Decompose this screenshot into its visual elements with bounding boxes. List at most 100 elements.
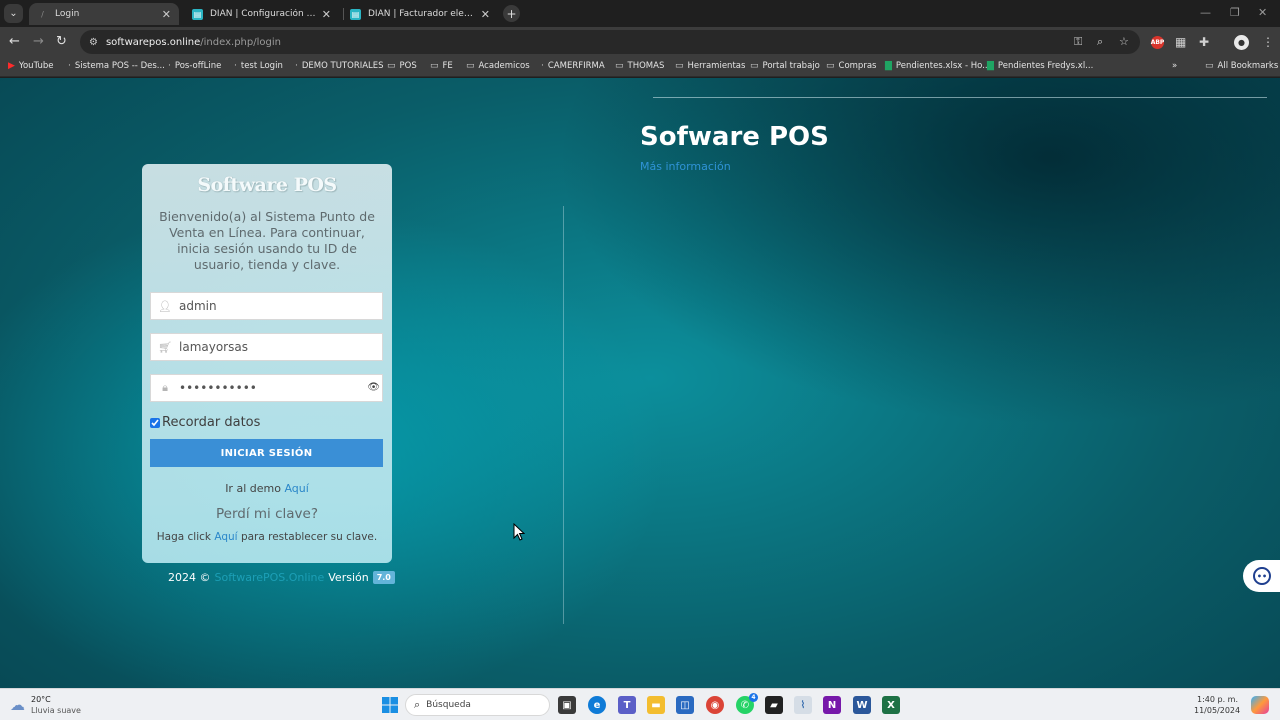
reset-link[interactable]: Aquí [214, 531, 237, 543]
site-info-icon[interactable]: ⚙ [89, 37, 98, 48]
bookmarks-overflow[interactable]: » [1172, 61, 1177, 71]
bookmark-folder-academicos[interactable]: ▭ Academicos [466, 61, 530, 71]
bookmark-folder-fe[interactable]: ▭ FE [430, 61, 453, 71]
photos-icon[interactable]: ⌇ [794, 696, 812, 714]
forward-arrow-icon[interactable]: → [33, 34, 44, 49]
word-icon[interactable]: W [853, 696, 871, 714]
footer-brand-link[interactable]: SoftwarePOS.Online [215, 571, 325, 584]
tab-dian-config[interactable]: ▤ DIAN | Configuración / Gestion... ✕ [184, 3, 339, 25]
weather-desc: Lluvia suave [31, 706, 81, 715]
bookmark-pos-offline[interactable]: · Pos-offLine [168, 61, 221, 71]
close-icon[interactable]: ✕ [162, 8, 171, 21]
file-explorer-icon[interactable]: ▬ [647, 696, 665, 714]
tab-login[interactable]: / Login ✕ [29, 3, 179, 25]
key-icon[interactable]: ⚿ [1074, 35, 1082, 49]
clock-time: 1:40 p. m. [1196, 695, 1238, 704]
taskbar-search[interactable]: ⌕ Búsqueda [405, 694, 550, 716]
windows-start-icon[interactable] [381, 696, 399, 714]
bookmark-label: Portal trabajo [762, 61, 820, 71]
browser-toolbar: ← → ↻ ⚙ softwarepos.online/index.php/log… [0, 27, 1280, 57]
bookmark-label: CAMERFIRMA [547, 61, 605, 71]
more-menu-icon[interactable]: ⋮ [1262, 35, 1274, 49]
more-info-link[interactable]: Más información [640, 160, 731, 173]
store-input[interactable] [179, 340, 359, 354]
remember-me[interactable]: Recordar datos [150, 415, 260, 430]
bookmark-label: YouTube [18, 61, 54, 71]
bookmark-pendientes-fredys[interactable]: ▇ Pendientes Fredys.xl... [987, 61, 1093, 71]
chrome-icon[interactable]: ◉ [706, 696, 724, 714]
whatsapp-icon[interactable]: ✆ 4 [736, 693, 758, 714]
chat-widget-button[interactable]: •• [1243, 560, 1280, 592]
bookmark-folder-compras[interactable]: ▭ Compras [826, 61, 876, 71]
page-icon: / [41, 9, 44, 19]
copilot-icon[interactable] [1251, 696, 1269, 714]
bookmark-sistema-pos[interactable]: · Sistema POS -- Des... [68, 61, 165, 71]
excel-icon[interactable]: X [882, 696, 900, 714]
vertical-divider [563, 206, 564, 624]
adblock-extension-icon[interactable]: ABP [1151, 36, 1164, 49]
reload-icon[interactable]: ↻ [56, 34, 67, 49]
bookmark-folder-herramientas[interactable]: ▭ Herramientas [675, 61, 745, 71]
double-chevron-icon: » [1172, 61, 1178, 71]
page-icon: · [541, 61, 544, 71]
back-arrow-icon[interactable]: ← [9, 34, 20, 49]
extension-grid-icon[interactable]: ▦ [1175, 35, 1186, 49]
page-icon: · [168, 61, 171, 71]
bookmark-folder-thomas[interactable]: ▭ THOMAS [615, 61, 664, 71]
restore-icon[interactable]: ❐ [1230, 6, 1240, 19]
minimize-icon[interactable]: — [1200, 6, 1211, 19]
bookmark-folder-portal-trabajo[interactable]: ▭ Portal trabajo [750, 61, 820, 71]
folder-icon: ▭ [466, 61, 475, 71]
close-icon[interactable]: ✕ [481, 8, 490, 21]
footer-version-label: Versión [328, 571, 369, 584]
extensions-puzzle-icon[interactable]: ✚ [1199, 35, 1209, 49]
eye-icon[interactable]: 👁︎ [367, 382, 380, 393]
teams-icon[interactable]: T [618, 696, 636, 714]
folder-icon: ▭ [387, 61, 396, 71]
lost-password-heading: Perdí mi clave? [216, 506, 318, 522]
bookmark-pendientes-xlsx[interactable]: ▇ Pendientes.xlsx - Ho... [885, 61, 990, 71]
reset-suffix: para restablecer su clave. [240, 531, 378, 543]
close-icon[interactable]: ✕ [322, 8, 331, 21]
folder-icon: ▭ [750, 61, 759, 71]
bookmark-test-login[interactable]: · test Login [234, 61, 283, 71]
address-bar[interactable]: ⚙ softwarepos.online/index.php/login [80, 30, 1140, 54]
cart-icon: 🛒︎ [158, 340, 172, 354]
bookmark-folder-pos[interactable]: ▭ POS [387, 61, 417, 71]
folder-icon: ▭ [615, 61, 624, 71]
demo-link[interactable]: Aquí [284, 482, 308, 495]
folder-icon: ▭ [430, 61, 439, 71]
system-clock[interactable]: 1:40 p. m. 11/05/2024 [1194, 694, 1240, 716]
tab-search-button[interactable]: ⌄ [4, 4, 23, 23]
login-card: Software POS Bienvenido(a) al Sistema Pu… [142, 164, 392, 563]
password-field[interactable]: 🔒︎ 👁︎ [150, 374, 383, 402]
store-icon[interactable]: ◫ [676, 696, 694, 714]
bookmark-label: Pendientes.xlsx - Ho... [895, 61, 991, 71]
new-tab-button[interactable]: + [503, 5, 520, 22]
close-window-icon[interactable]: ✕ [1258, 6, 1267, 19]
dian-icon: ▤ [192, 8, 203, 20]
folder-icon: ▭ [1205, 61, 1214, 71]
task-view-icon[interactable]: ▣ [558, 696, 576, 714]
bookmark-camerfirma[interactable]: · CAMERFIRMA [541, 61, 605, 71]
remember-checkbox[interactable] [150, 417, 160, 428]
tab-dian-facturador[interactable]: ▤ DIAN | Facturador electrónico ✕ [342, 3, 498, 25]
sticky-notes-icon[interactable]: ▰ [765, 696, 783, 714]
user-input[interactable] [179, 299, 359, 313]
login-button[interactable]: INICIAR SESIÓN [150, 439, 383, 467]
onenote-icon[interactable]: N [823, 696, 841, 714]
user-field[interactable]: 👤︎ [150, 292, 383, 320]
bookmark-demo-tutoriales[interactable]: · DEMO TUTORIALES [295, 61, 384, 71]
bookmark-youtube[interactable]: ▶ YouTube [8, 61, 54, 71]
zoom-icon[interactable]: ⌕ [1097, 35, 1103, 49]
profile-avatar[interactable]: ● [1234, 35, 1249, 50]
weather-widget[interactable]: ☁ 20°C Lluvia suave [10, 694, 81, 716]
star-bookmark-icon[interactable]: ☆ [1119, 35, 1129, 48]
edge-icon[interactable]: e [588, 696, 606, 714]
store-field[interactable]: 🛒︎ [150, 333, 383, 361]
mouse-cursor-icon [513, 523, 525, 541]
password-input[interactable] [179, 381, 359, 395]
bookmark-label: Pendientes Fredys.xl... [997, 61, 1094, 71]
search-icon: ⌕ [414, 698, 421, 711]
all-bookmarks[interactable]: ▭ All Bookmarks [1205, 61, 1278, 71]
